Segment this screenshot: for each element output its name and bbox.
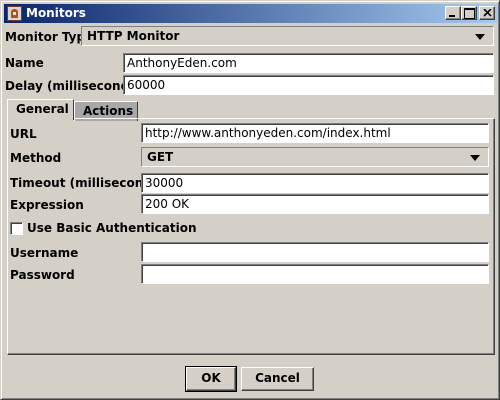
delay-label: Delay (milliseconds) <box>5 79 142 93</box>
url-field[interactable]: http://www.anthonyeden.com/index.html <box>141 123 489 143</box>
name-field[interactable]: AnthonyEden.com <box>123 53 494 73</box>
tab-actions-label: Actions <box>83 104 134 118</box>
maximize-button[interactable] <box>461 6 477 20</box>
delay-field[interactable]: 60000 <box>123 75 494 95</box>
chevron-down-icon <box>475 34 485 40</box>
close-icon <box>483 9 492 17</box>
method-select[interactable]: GET <box>141 147 489 167</box>
username-label: Username <box>10 246 79 260</box>
tab-general[interactable]: General <box>7 99 74 120</box>
window-title: Monitors <box>26 6 86 20</box>
method-label: Method <box>10 151 62 165</box>
basic-auth-checkbox[interactable] <box>10 222 23 235</box>
expression-label: Expression <box>10 198 84 212</box>
monitor-type-select[interactable]: HTTP Monitor <box>81 26 494 46</box>
timeout-field[interactable]: 30000 <box>141 173 489 193</box>
method-value: GET <box>147 150 174 164</box>
tab-general-label: General <box>16 102 69 116</box>
cancel-button[interactable]: Cancel <box>241 367 314 391</box>
monitor-type-value: HTTP Monitor <box>87 29 180 43</box>
password-label: Password <box>10 268 75 282</box>
ok-button[interactable]: OK <box>185 366 237 392</box>
name-label: Name <box>5 56 44 70</box>
password-field[interactable] <box>141 264 489 284</box>
username-field[interactable] <box>141 242 489 262</box>
minimize-button[interactable] <box>445 6 461 20</box>
expression-field[interactable]: 200 OK <box>141 194 489 214</box>
app-icon <box>7 6 22 21</box>
title-bar[interactable]: Monitors <box>4 4 498 23</box>
close-button[interactable] <box>479 6 495 20</box>
monitors-dialog: Monitors Monitor Type HTTP Monitor Name … <box>0 0 500 400</box>
chevron-down-icon <box>470 155 480 161</box>
url-label: URL <box>10 127 37 141</box>
basic-auth-label[interactable]: Use Basic Authentication <box>27 221 196 235</box>
monitor-type-label: Monitor Type <box>5 30 94 44</box>
